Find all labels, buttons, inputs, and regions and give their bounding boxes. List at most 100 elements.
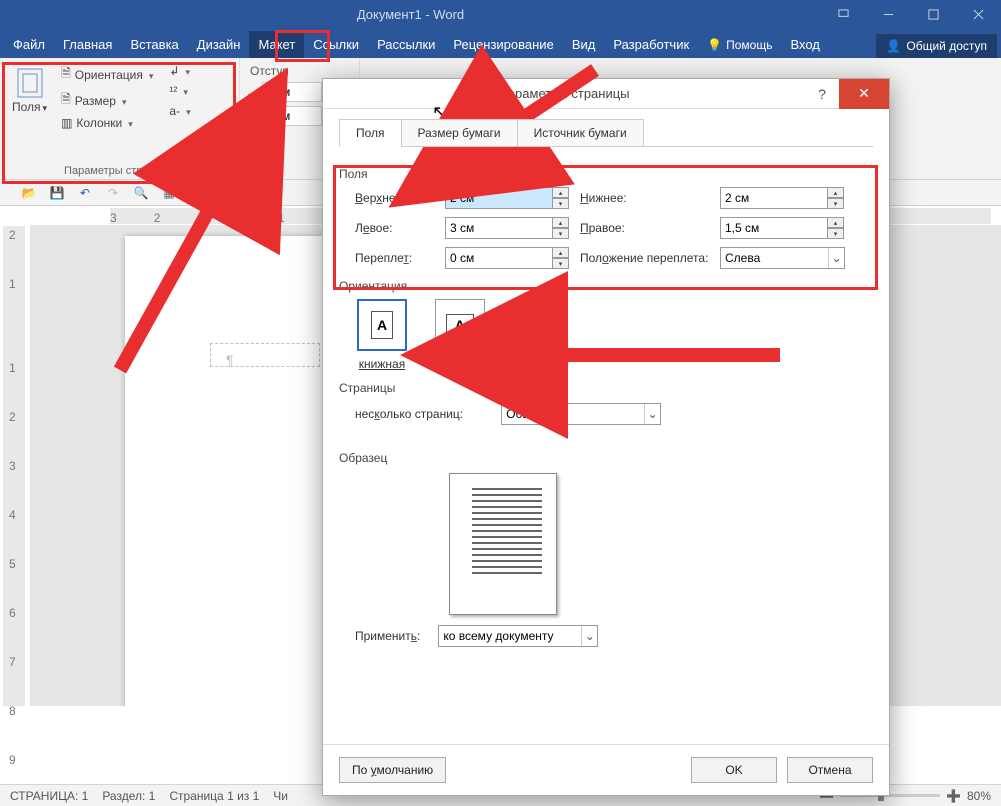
- zoom-value[interactable]: 80%: [967, 789, 991, 803]
- bottom-margin-input[interactable]: [720, 187, 828, 209]
- lightbulb-icon: 💡: [707, 38, 722, 52]
- orientation-button[interactable]: 🗎Ориентация: [57, 62, 157, 87]
- tab-mailings[interactable]: Рассылки: [368, 31, 444, 58]
- status-chars[interactable]: Чи: [273, 789, 288, 803]
- tab-review[interactable]: Рецензирование: [444, 31, 562, 58]
- spin-down[interactable]: ▾: [552, 198, 569, 209]
- qat-table-icon[interactable]: ▦: [160, 184, 178, 202]
- bottom-margin-label: Нижнее:: [580, 191, 720, 205]
- gutter-pos-label: Положение переплета:: [580, 251, 720, 265]
- fields-section-title: Поля: [339, 167, 873, 181]
- qat-image-icon[interactable]: 🖼: [188, 184, 206, 202]
- share-button[interactable]: 👤 Общий доступ: [876, 34, 997, 58]
- maximize-button[interactable]: [911, 0, 956, 28]
- page-setup-dialog: Параметры страницы ? ✕ Поля Размер бумаг…: [322, 78, 890, 796]
- qat-open-icon[interactable]: 📂: [20, 184, 38, 202]
- hyphenation-button[interactable]: a-: [165, 102, 194, 120]
- left-margin-input[interactable]: [445, 217, 553, 239]
- right-margin-input[interactable]: [720, 217, 828, 239]
- tab-design[interactable]: Дизайн: [188, 31, 250, 58]
- landscape-icon: A: [446, 314, 474, 336]
- top-margin-input[interactable]: [445, 187, 553, 209]
- orientation-landscape[interactable]: A альбомная: [429, 299, 491, 371]
- spin-up[interactable]: ▴: [552, 217, 569, 228]
- status-page-of[interactable]: Страница 1 из 1: [169, 789, 259, 803]
- spin-down[interactable]: ▾: [827, 228, 844, 239]
- signin[interactable]: Вход: [781, 31, 828, 58]
- dialog-title: Параметры страницы: [323, 86, 805, 101]
- indent-right-input[interactable]: [262, 106, 322, 126]
- spin-down[interactable]: ▾: [552, 228, 569, 239]
- pages-section-title: Страницы: [339, 381, 873, 395]
- multi-pages-select[interactable]: Обычный⌄: [501, 403, 661, 425]
- indent-left-input[interactable]: [262, 82, 322, 102]
- page-setup-dialog-launcher[interactable]: ↘: [224, 164, 236, 176]
- dialog-close-button[interactable]: ✕: [839, 79, 889, 109]
- columns-icon: ▥: [61, 116, 72, 130]
- margins-button[interactable]: Поля: [6, 62, 53, 163]
- gutter-input[interactable]: [445, 247, 553, 269]
- close-window-button[interactable]: [956, 0, 1001, 28]
- spin-up[interactable]: ▴: [827, 187, 844, 198]
- spin-down[interactable]: ▾: [552, 258, 569, 269]
- orientation-portrait[interactable]: A книжная: [357, 299, 407, 371]
- minimize-button[interactable]: [866, 0, 911, 28]
- columns-button[interactable]: ▥Колонки: [57, 114, 157, 132]
- spin-up[interactable]: ▴: [552, 187, 569, 198]
- size-icon: 🗎: [61, 90, 71, 111]
- ruler-vertical[interactable]: 2 1 1 2 3 4 5 6 7 8 9: [3, 226, 25, 706]
- chevron-down-icon: ⌄: [581, 626, 597, 646]
- page-setup-group-label: Параметры страницы: [6, 163, 233, 177]
- window-title: Документ1 - Word: [0, 7, 821, 22]
- portrait-icon: A: [371, 311, 393, 339]
- chevron-down-icon: ⌄: [644, 404, 660, 424]
- tab-file[interactable]: Файл: [4, 31, 54, 58]
- tab-references[interactable]: Ссылки: [304, 31, 368, 58]
- tellme[interactable]: 💡Помощь: [698, 32, 781, 58]
- hyphenation-icon: a-: [169, 104, 180, 118]
- status-page[interactable]: СТРАНИЦА: 1: [10, 789, 88, 803]
- spin-up[interactable]: ▴: [552, 247, 569, 258]
- apply-select[interactable]: ко всему документу⌄: [438, 625, 598, 647]
- tab-developer[interactable]: Разработчик: [604, 31, 698, 58]
- zoom-in-icon[interactable]: ➕: [946, 789, 961, 803]
- line-numbers-button[interactable]: ¹²: [165, 82, 194, 100]
- tab-paper-size[interactable]: Размер бумаги: [401, 119, 518, 147]
- apply-label: Применить:: [355, 629, 420, 643]
- gutter-pos-select[interactable]: Слева⌄: [720, 247, 845, 269]
- paragraph-mark-icon: ¶: [226, 352, 234, 368]
- orientation-section-title: Ориентация: [339, 279, 873, 293]
- dialog-help-button[interactable]: ?: [805, 86, 839, 102]
- spin-up[interactable]: ▴: [827, 217, 844, 228]
- tab-home[interactable]: Главная: [54, 31, 121, 58]
- qat-redo-icon[interactable]: ↷: [104, 184, 122, 202]
- status-section[interactable]: Раздел: 1: [102, 789, 155, 803]
- qat-undo-icon[interactable]: ↶: [76, 184, 94, 202]
- ok-button[interactable]: OK: [691, 757, 777, 783]
- titlebar: Документ1 - Word: [0, 0, 1001, 28]
- tab-paper-source[interactable]: Источник бумаги: [517, 119, 644, 147]
- ribbon-options-icon[interactable]: [821, 0, 866, 28]
- indent-right-icon: ←: [246, 109, 258, 123]
- cancel-button[interactable]: Отмена: [787, 757, 873, 783]
- tab-view[interactable]: Вид: [563, 31, 605, 58]
- defaults-button[interactable]: По умолчанию: [339, 757, 446, 783]
- gutter-label: Переплет:: [355, 251, 445, 265]
- person-share-icon: 👤: [886, 39, 901, 53]
- breaks-icon: ↲: [169, 64, 179, 78]
- tab-insert[interactable]: Вставка: [121, 31, 187, 58]
- tab-layout[interactable]: Макет: [249, 31, 304, 58]
- size-button[interactable]: 🗎Размер: [57, 88, 157, 113]
- line-numbers-icon: ¹²: [169, 84, 177, 98]
- ribbon-tabs: Файл Главная Вставка Дизайн Макет Ссылки…: [0, 28, 1001, 58]
- right-margin-label: Правое:: [580, 221, 720, 235]
- tab-fields[interactable]: Поля: [339, 119, 402, 147]
- qat-save-icon[interactable]: 💾: [48, 184, 66, 202]
- left-margin-label: Левое:: [355, 221, 445, 235]
- spin-down[interactable]: ▾: [827, 198, 844, 209]
- multi-pages-label: несколько страниц:: [355, 407, 463, 421]
- breaks-button[interactable]: ↲: [165, 62, 194, 80]
- preview-section-title: Образец: [339, 451, 873, 465]
- indent-left-icon: →: [246, 85, 258, 99]
- qat-preview-icon[interactable]: 🔍: [132, 184, 150, 202]
